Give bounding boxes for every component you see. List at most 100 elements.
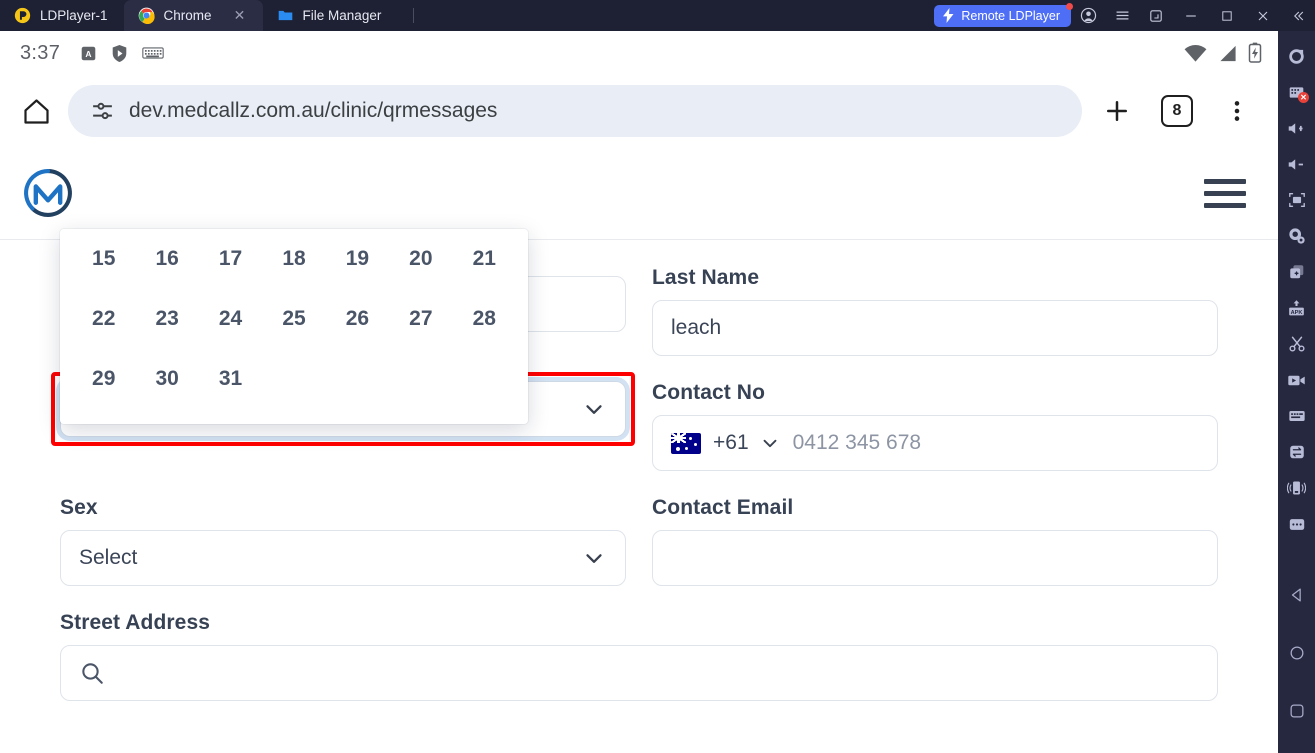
new-tab-button[interactable] — [1092, 86, 1142, 136]
calendar-day[interactable]: 29 — [72, 349, 135, 409]
folder-icon — [278, 10, 292, 21]
chrome-icon — [138, 7, 155, 24]
sync-icon[interactable] — [1278, 434, 1315, 470]
calendar-day[interactable]: 23 — [135, 289, 198, 349]
calendar-day[interactable]: 15 — [72, 229, 135, 289]
url-bar[interactable]: dev.medcallz.com.au/clinic/qrmessages — [68, 85, 1082, 137]
calendar-day[interactable]: 20 — [389, 229, 452, 289]
android-status-bar: 3:37 A — [0, 31, 1278, 75]
tab-switcher-button[interactable]: 8 — [1152, 86, 1202, 136]
ldplayer-icon — [14, 7, 31, 24]
country-chevron-down-icon[interactable] — [759, 432, 781, 454]
tab-chrome[interactable]: Chrome ✕ — [123, 0, 263, 31]
text-translate-icon: A — [81, 46, 96, 60]
uninstall-apk-icon[interactable]: ✕ — [1278, 74, 1315, 110]
ldplayer-sidebar: ✕ APK — [1278, 31, 1315, 753]
calendar-day[interactable]: 27 — [389, 289, 452, 349]
form-row-sex-email: Sex Select Contact Email — [60, 496, 1218, 586]
form-row-street-address: Street Address — [60, 611, 1218, 701]
scissors-icon[interactable] — [1278, 326, 1315, 362]
calendar-day[interactable]: 22 — [72, 289, 135, 349]
contact-email-input[interactable] — [652, 530, 1218, 586]
wifi-icon — [1184, 44, 1207, 62]
signal-icon — [1220, 45, 1236, 61]
contact-no-input[interactable]: +61 0412 345 678 — [652, 415, 1218, 471]
street-address-input[interactable] — [60, 645, 1218, 701]
account-icon[interactable] — [1071, 0, 1105, 31]
sex-field-group: Sex Select — [60, 496, 626, 586]
install-apk-icon[interactable]: APK — [1278, 290, 1315, 326]
page-info-icon — [93, 102, 112, 119]
fullscreen-icon[interactable] — [1278, 182, 1315, 218]
home-circle-icon[interactable] — [1278, 635, 1315, 671]
ldplayer-titlebar: LDPlayer-1 Chrome ✕ File Manager Remote … — [0, 0, 1315, 31]
calendar-day[interactable]: 16 — [135, 229, 198, 289]
svg-text:A: A — [86, 48, 92, 58]
maximize-icon[interactable] — [1209, 0, 1245, 31]
calendar-day[interactable]: 24 — [199, 289, 262, 349]
volume-up-icon[interactable] — [1278, 110, 1315, 146]
remote-ldplayer-button[interactable]: Remote LDPlayer — [934, 2, 1073, 27]
location-icon[interactable] — [1278, 218, 1315, 254]
contact-email-field-group: Contact Email — [652, 496, 1218, 586]
contact-no-placeholder: 0412 345 678 — [792, 431, 922, 454]
status-left-icons: A — [80, 44, 164, 63]
url-text: dev.medcallz.com.au/clinic/qrmessages — [129, 99, 498, 122]
sphere-icon[interactable] — [1278, 38, 1315, 74]
calendar-day-empty — [389, 349, 452, 409]
remove-badge: ✕ — [1298, 92, 1309, 103]
calendar-day[interactable]: 19 — [326, 229, 389, 289]
lightning-icon — [943, 8, 954, 23]
keyboard-mapping-icon[interactable] — [1278, 398, 1315, 434]
tab-ldplayer-1[interactable]: LDPlayer-1 — [0, 0, 124, 31]
calendar-day[interactable]: 25 — [262, 289, 325, 349]
recents-icon[interactable] — [1278, 693, 1315, 729]
close-icon[interactable] — [1245, 0, 1281, 31]
home-button[interactable] — [14, 89, 58, 133]
calendar-day[interactable]: 26 — [326, 289, 389, 349]
date-picker-popup[interactable]: 15 16 17 18 19 20 21 22 23 24 25 26 27 2… — [60, 229, 528, 424]
last-name-label: Last Name — [652, 266, 760, 289]
search-icon — [82, 663, 103, 684]
calendar-day[interactable]: 28 — [453, 289, 516, 349]
back-icon[interactable] — [1278, 577, 1315, 613]
more-vertical-icon — [1234, 101, 1240, 121]
collapse-icon[interactable] — [1281, 0, 1315, 31]
status-clock: 3:37 — [20, 41, 61, 64]
more-options-icon[interactable] — [1278, 506, 1315, 542]
multi-instance-icon[interactable] — [1278, 254, 1315, 290]
shake-icon[interactable] — [1278, 470, 1315, 506]
chrome-omnibox-bar: dev.medcallz.com.au/clinic/qrmessages 8 — [0, 75, 1278, 147]
street-address-label: Street Address — [60, 611, 211, 634]
last-name-input[interactable]: leach — [652, 300, 1218, 356]
tab-close-icon[interactable]: ✕ — [233, 8, 247, 23]
contact-no-label: Contact No — [652, 381, 765, 404]
restore-down-icon[interactable] — [1139, 0, 1173, 31]
plus-icon — [1107, 101, 1127, 121]
last-name-field-group: Last Name leach — [652, 266, 1218, 356]
tab-file-manager[interactable]: File Manager — [263, 0, 398, 31]
remote-ldplayer-label: Remote LDPlayer — [961, 8, 1060, 23]
calendar-day[interactable]: 31 — [199, 349, 262, 409]
calendar-day-empty — [326, 349, 389, 409]
menu-icon[interactable] — [1105, 0, 1139, 31]
calendar-day[interactable]: 21 — [453, 229, 516, 289]
chevron-down-icon[interactable] — [581, 545, 607, 571]
calendar-day[interactable]: 30 — [135, 349, 198, 409]
keyboard-icon — [142, 47, 164, 59]
minimize-icon[interactable] — [1173, 0, 1209, 31]
chrome-menu-button[interactable] — [1212, 86, 1262, 136]
ldplayer-window: LDPlayer-1 Chrome ✕ File Manager Remote … — [0, 0, 1315, 753]
video-record-icon[interactable] — [1278, 362, 1315, 398]
calendar-day[interactable]: 17 — [199, 229, 262, 289]
hamburger-menu-icon[interactable] — [1196, 171, 1254, 216]
tab-label: LDPlayer-1 — [40, 8, 108, 23]
chevron-down-icon[interactable] — [581, 396, 607, 422]
site-header — [0, 147, 1278, 240]
calendar-day[interactable]: 18 — [262, 229, 325, 289]
sex-select[interactable]: Select — [60, 530, 626, 586]
volume-down-icon[interactable] — [1278, 146, 1315, 182]
calendar-day-grid: 15 16 17 18 19 20 21 22 23 24 25 26 27 2… — [72, 229, 516, 409]
last-name-value: leach — [671, 316, 722, 339]
calendar-day-empty — [453, 349, 516, 409]
